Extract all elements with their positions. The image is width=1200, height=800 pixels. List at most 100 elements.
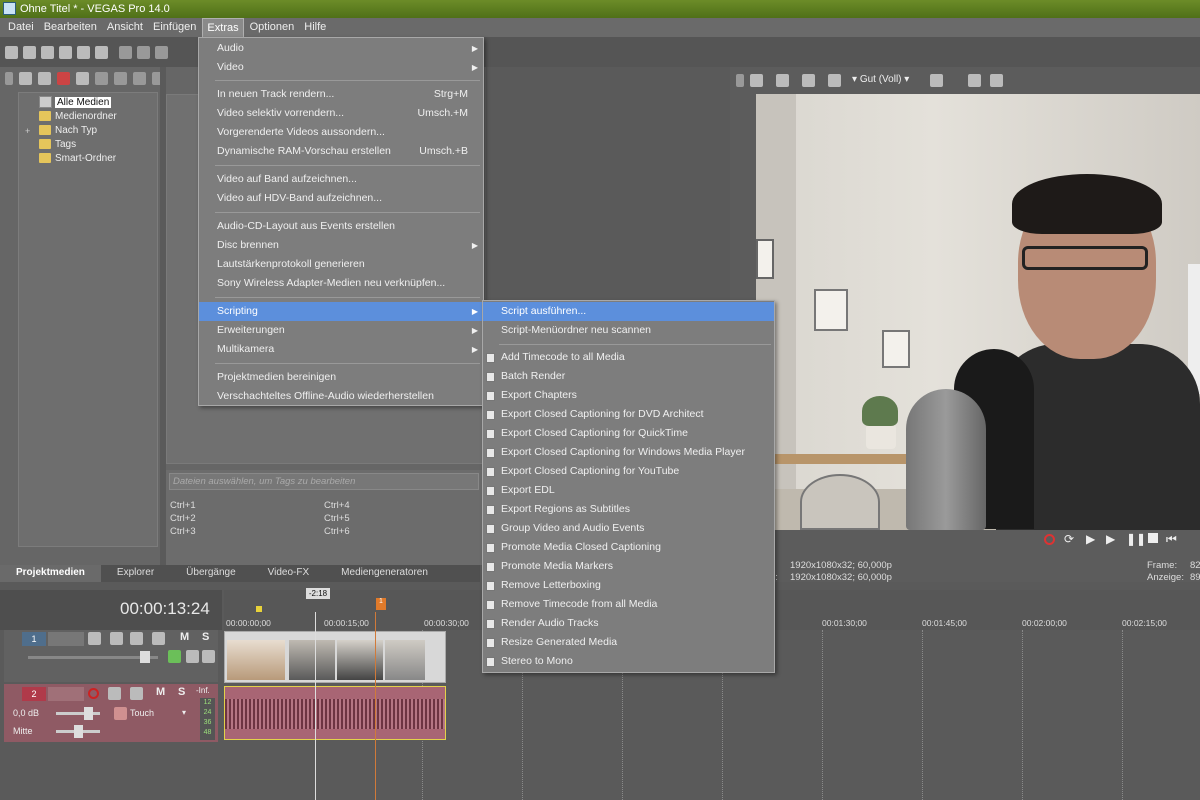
menu-item-script[interactable]: Export Closed Captioning for DVD Archite… [483,405,774,424]
menu-item-scripting[interactable]: Scripting ▶ [199,302,483,321]
video-track-header[interactable]: 1 M S [4,630,218,682]
menu-item-offline-audio-wiederherstellen[interactable]: Verschachteltes Offline-Audio wiederhers… [199,387,483,406]
open-folder-icon[interactable] [23,45,36,59]
remove-icon[interactable] [95,72,108,85]
grid-icon[interactable] [930,74,943,87]
menu-item-script[interactable]: Export Closed Captioning for YouTube [483,462,774,481]
audio-event[interactable] [224,686,446,740]
pause-icon[interactable]: ❚❚ [1126,532,1146,546]
menu-hilfe[interactable]: Hilfe [300,18,330,37]
settings-icon[interactable] [114,72,127,85]
menu-item-script[interactable]: Render Audio Tracks [483,614,774,633]
paste-icon[interactable] [155,45,168,59]
save-snapshot-icon[interactable] [990,74,1003,87]
menu-item-sony-wireless-adapter[interactable]: Sony Wireless Adapter-Medien neu verknüp… [199,274,483,293]
volume-slider-handle[interactable] [84,707,93,720]
menu-einfuegen[interactable]: Einfügen [149,18,200,37]
menu-item-lautstaerkenprotokoll[interactable]: Lautstärkenprotokoll generieren [199,255,483,274]
track-settings-icon[interactable] [202,650,215,663]
loop-icon[interactable]: ⟳ [1064,532,1074,546]
menu-item-script[interactable]: Remove Letterboxing [483,576,774,595]
tree-item-tags[interactable]: Tags [39,138,76,151]
solo-button[interactable]: S [178,686,185,698]
region-flag[interactable]: 1 [376,598,386,610]
close-panel-icon[interactable] [5,72,13,85]
track-fx-icon[interactable] [130,687,143,700]
menu-extras[interactable]: Extras [202,18,244,37]
render-icon[interactable] [77,45,90,59]
go-to-start-icon[interactable]: ⏮ [1166,532,1177,547]
menu-item-script[interactable]: Export Regions as Subtitles [483,500,774,519]
menu-item-script[interactable]: Export EDL [483,481,774,500]
menu-item-video-auf-hdv-band[interactable]: Video auf HDV-Band aufzeichnen... [199,189,483,208]
menu-item-script[interactable]: Export Closed Captioning for QuickTime [483,424,774,443]
level-slider-handle[interactable] [140,651,150,663]
close-panel-icon[interactable] [736,74,744,87]
menu-item-script[interactable]: Export Chapters [483,386,774,405]
menu-item-vorgerenderte-videos-aussondern[interactable]: Vorgerenderte Videos aussondern... [199,123,483,142]
menu-item-projektmedien-bereinigen[interactable]: Projektmedien bereinigen [199,368,483,387]
menu-item-script[interactable]: Promote Media Markers [483,557,774,576]
tree-item-alle-medien[interactable]: Alle Medien [39,96,112,109]
record-icon[interactable] [1044,534,1055,545]
loop-region-marker[interactable]: -2:18 [306,588,330,599]
automation-icon[interactable] [114,707,127,720]
video-event[interactable] [224,631,446,683]
save-icon[interactable] [41,45,54,59]
stop-icon[interactable] [1148,533,1158,543]
menu-item-audio[interactable]: Audio ▶ [199,39,483,58]
arm-record-icon[interactable] [88,688,99,699]
menu-item-script[interactable]: Stereo to Mono [483,652,774,671]
save-as-icon[interactable] [59,45,72,59]
cut-icon[interactable] [119,45,132,59]
copy-icon[interactable] [137,45,150,59]
media-fx-icon[interactable] [57,72,70,85]
tab-mediengeneratoren[interactable]: Mediengeneratoren [325,565,444,582]
mute-button[interactable]: M [156,686,165,698]
tab-explorer[interactable]: Explorer [101,565,170,582]
menu-item-script[interactable]: Resize Generated Media [483,633,774,652]
tree-expand-icon[interactable]: + [25,126,30,136]
menu-item-dynamische-ram-vorschau[interactable]: Dynamische RAM-Vorschau erstellen Umsch.+… [199,142,483,161]
properties-gear-icon[interactable] [95,45,108,59]
quality-dropdown[interactable]: ▾ Gut (Voll) ▾ [852,74,909,85]
menu-item-script[interactable]: Add Timecode to all Media [483,348,774,367]
marker-icon[interactable] [256,606,262,612]
pan-slider-handle[interactable] [74,725,83,738]
compositing-child-icon[interactable] [168,650,181,663]
compositing-icon[interactable] [110,632,123,645]
track-name-field[interactable] [48,687,84,701]
capture-icon[interactable] [38,72,51,85]
audio-track-header[interactable]: 2 M S -Inf. 0,0 dB Touch ▾ Mitte 12 24 3… [4,684,218,742]
menu-item-multikamera[interactable]: Multikamera ▶ [199,340,483,359]
web-icon[interactable] [76,72,89,85]
menu-item-script[interactable]: Group Video and Audio Events [483,519,774,538]
level-slider[interactable] [28,656,158,659]
menu-optionen[interactable]: Optionen [246,18,299,37]
new-file-icon[interactable] [5,45,18,59]
menu-item-script-ausfuehren[interactable]: Script ausführen... [483,302,774,321]
menu-ansicht[interactable]: Ansicht [103,18,147,37]
play-from-start-icon[interactable]: ▶ [1086,532,1095,546]
menu-item-script-menuordner-neu-scannen[interactable]: Script-Menüordner neu scannen [483,321,774,340]
menu-item-video[interactable]: Video ▶ [199,58,483,77]
menu-item-erweiterungen[interactable]: Erweiterungen ▶ [199,321,483,340]
overlay-icon[interactable] [828,74,841,87]
tree-item-smart-ordner[interactable]: Smart-Ordner [39,152,116,165]
menu-item-audio-cd-layout[interactable]: Audio-CD-Layout aus Events erstellen [199,217,483,236]
split-screen-icon[interactable] [802,74,815,87]
tab-projektmedien[interactable]: Projektmedien [0,565,101,582]
menu-item-script[interactable]: Remove Timecode from all Media [483,595,774,614]
tree-item-medienordner[interactable]: Medienordner [39,110,117,123]
automation-mode-dropdown[interactable]: Touch [130,708,154,718]
menu-item-script[interactable]: Batch Render [483,367,774,386]
parent-icon[interactable] [186,650,199,663]
track-fx-icon[interactable] [130,632,143,645]
views-icon[interactable] [133,72,146,85]
menu-item-video-auf-band[interactable]: Video auf Band aufzeichnen... [199,170,483,189]
playhead-cursor[interactable] [315,612,316,800]
external-monitor-icon[interactable] [776,74,789,87]
dropdown-chevron-icon[interactable]: ▾ [182,708,186,717]
tree-item-nach-typ[interactable]: Nach Typ [39,124,97,137]
compositing-mode-icon[interactable] [152,632,165,645]
